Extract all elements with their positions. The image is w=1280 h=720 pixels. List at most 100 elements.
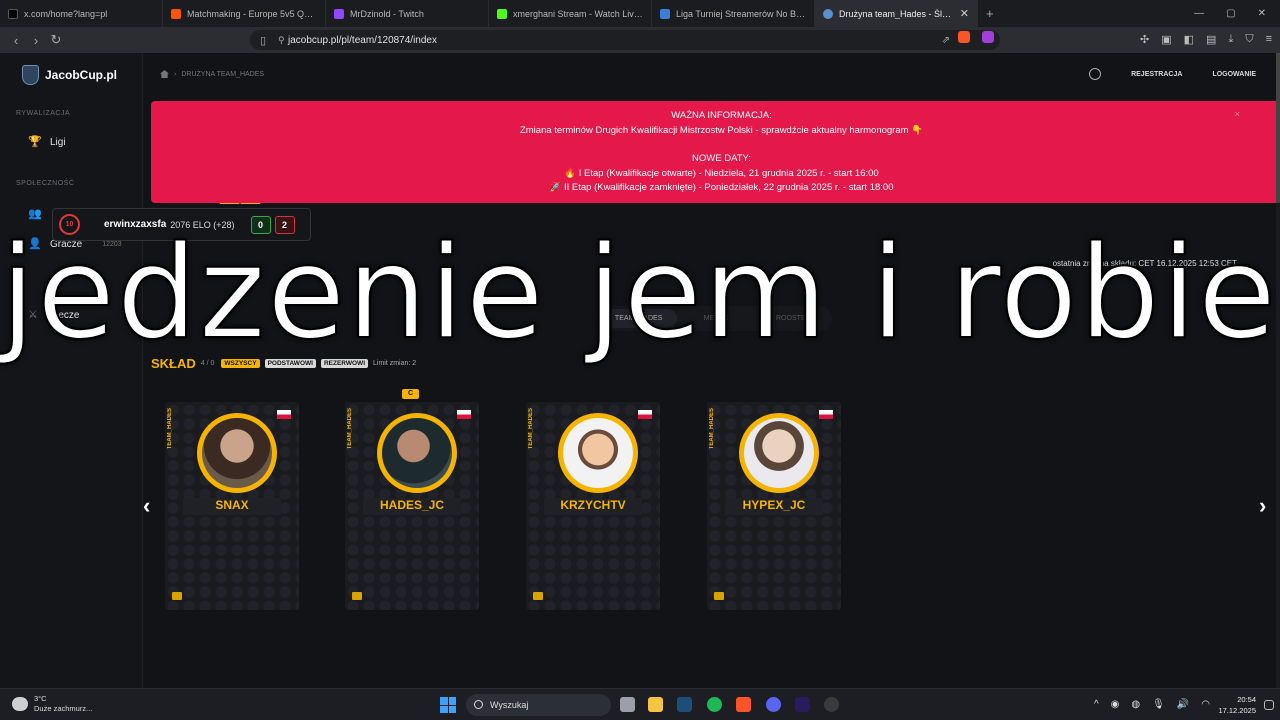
- tray-chevron-icon[interactable]: ^: [1094, 699, 1099, 710]
- site-logo[interactable]: JacobCup.pl: [22, 65, 117, 85]
- card-team-name: TEAM_HADES: [347, 408, 353, 450]
- chat-icon[interactable]: [533, 592, 543, 600]
- site-icon: [660, 8, 670, 19]
- login-link[interactable]: LOGOWANIE: [1212, 71, 1256, 78]
- sidebar-toggle-icon[interactable]: ◧: [1184, 33, 1194, 46]
- avatar: [382, 418, 452, 488]
- wifi-icon[interactable]: ◠: [1201, 699, 1210, 710]
- player-card[interactable]: TEAM_HADES KRZYCHTV: [526, 402, 660, 610]
- logo-text: JacobCup.pl: [45, 68, 118, 82]
- language-globe-icon[interactable]: [1089, 68, 1102, 80]
- microphone-icon[interactable]: 🎙: [1152, 699, 1165, 710]
- browser-tab-active[interactable]: Drużyna team_Hades - Śledź roz ✕: [815, 0, 978, 27]
- carousel-prev-icon[interactable]: ‹: [143, 493, 150, 519]
- avatar-ring: [739, 413, 819, 493]
- tabs-icon[interactable]: ▤: [1206, 33, 1216, 46]
- chat-icon[interactable]: [714, 592, 724, 600]
- tab-label: Matchmaking - Europe 5v5 Queue -: [187, 8, 317, 19]
- tab-label: xmerghani Stream - Watch Live o: [513, 8, 643, 19]
- file-explorer-icon[interactable]: [648, 697, 663, 712]
- taskbar-clock[interactable]: 20:54 17.12.2025: [1218, 694, 1256, 716]
- sidebar-item-leagues[interactable]: 🏆 Ligi: [28, 136, 66, 148]
- bookmark-icon[interactable]: ▯: [260, 34, 266, 47]
- steam-icon[interactable]: [677, 697, 692, 712]
- close-tab-icon[interactable]: ✕: [960, 7, 969, 20]
- avatar: [202, 418, 272, 488]
- windows-taskbar: 3°C Duże zachmurz... Wyszukaj ^ ◉ ◍ 🎙 🔊 …: [0, 688, 1280, 720]
- reload-icon[interactable]: ↻: [46, 32, 66, 48]
- player-card[interactable]: TEAM_HADES HADES_JC: [345, 402, 479, 610]
- spotify-icon[interactable]: [707, 697, 722, 712]
- site-info-icon[interactable]: ⚲: [278, 35, 285, 46]
- window-controls: — ▢ ✕: [1194, 8, 1280, 19]
- chat-icon[interactable]: [172, 592, 182, 600]
- tab-label: x.com/home?lang=pl: [24, 8, 108, 19]
- close-window-icon[interactable]: ✕: [1258, 8, 1266, 19]
- brave-icon[interactable]: [736, 697, 751, 712]
- poland-flag-icon: [638, 410, 652, 419]
- premiere-icon[interactable]: [795, 697, 810, 712]
- tray-app-icon[interactable]: ◍: [1131, 699, 1140, 710]
- downloads-icon[interactable]: ⤓: [1228, 33, 1233, 46]
- x-icon: [8, 8, 18, 19]
- wallet-icon[interactable]: ▣: [1161, 33, 1171, 46]
- browser-tab[interactable]: MrDzinold - Twitch: [326, 0, 489, 27]
- player-nick: SNAX: [215, 498, 249, 512]
- extensions-icon[interactable]: ✣: [1140, 33, 1149, 46]
- banner-date-2: 🚀 II Etap (Kwalifikacje zamknięte) - Pon…: [549, 182, 894, 193]
- obs-icon[interactable]: [824, 697, 839, 712]
- task-view-icon[interactable]: [620, 697, 635, 712]
- maximize-icon[interactable]: ▢: [1226, 8, 1235, 19]
- browser-tab[interactable]: x.com/home?lang=pl: [0, 0, 163, 27]
- new-tab-button[interactable]: +: [986, 6, 994, 21]
- search-icon: [474, 700, 483, 709]
- menu-icon[interactable]: ≡: [1266, 33, 1272, 46]
- browser-extensions: ✣ ▣ ◧ ▤ ⤓ ⛉ ≡: [1140, 33, 1272, 46]
- back-icon[interactable]: ‹: [6, 33, 26, 48]
- trophy-icon: 🏆: [28, 136, 42, 148]
- browser-toolbar: ‹ › ↻ ▯ ⚲ jacobcup.pl/pl/team/120874/ind…: [0, 27, 1280, 53]
- scrollbar-thumb[interactable]: [1276, 53, 1280, 203]
- address-bar[interactable]: ▯ ⚲ jacobcup.pl/pl/team/120874/index ⇗: [250, 30, 1000, 50]
- weather-widget[interactable]: 3°C Duże zachmurz...: [12, 694, 92, 714]
- captain-badge: C: [402, 389, 419, 399]
- url-text: jacobcup.pl/pl/team/120874/index: [288, 34, 437, 46]
- register-link[interactable]: REJESTRACJA: [1131, 71, 1182, 78]
- avatar-ring: [377, 413, 457, 493]
- tab-label: Liga Turniej Streamerów No Build D: [676, 8, 806, 19]
- clock-time: 20:54: [1237, 695, 1256, 704]
- clock-date: 17.12.2025: [1218, 706, 1256, 715]
- taskbar-search[interactable]: Wyszukaj: [466, 694, 611, 716]
- volume-icon[interactable]: 🔊: [1177, 699, 1189, 710]
- carousel-next-icon[interactable]: ›: [1259, 493, 1266, 519]
- close-banner-button[interactable]: ×: [1235, 107, 1240, 122]
- player-nick: HYPEX_JC: [742, 498, 806, 512]
- minimize-icon[interactable]: —: [1194, 8, 1204, 19]
- brave-shields-icon[interactable]: [958, 31, 970, 43]
- forward-icon[interactable]: ›: [26, 33, 46, 48]
- notification-icon[interactable]: [1264, 700, 1274, 710]
- sidebar-item-label: Ligi: [50, 136, 66, 148]
- weather-desc: Duże zachmurz...: [34, 704, 93, 713]
- important-info-banner: × WAŻNA INFORMACJA: Zmiana terminów Drug…: [151, 101, 1280, 203]
- player-card[interactable]: TEAM_HADES HYPEX_JC: [707, 402, 841, 610]
- player-card[interactable]: TEAM_HADES SNAX: [165, 402, 299, 610]
- chat-icon[interactable]: [352, 592, 362, 600]
- faceit-icon: [171, 8, 181, 19]
- avatar-ring: [197, 413, 277, 493]
- stream-caption-overlay: jedzenie jem i robie: [0, 218, 1278, 369]
- browser-tab[interactable]: xmerghani Stream - Watch Live o: [489, 0, 652, 27]
- discord-icon[interactable]: [766, 697, 781, 712]
- browser-tab[interactable]: Matchmaking - Europe 5v5 Queue -: [163, 0, 326, 27]
- vpn-icon[interactable]: ⛉: [1245, 33, 1253, 46]
- share-icon[interactable]: ⇗: [942, 35, 950, 46]
- card-team-name: TEAM_HADES: [709, 408, 715, 450]
- home-icon[interactable]: [160, 70, 169, 78]
- section-label: SPOŁECZNOŚĆ: [16, 180, 75, 187]
- twitch-icon: [334, 8, 344, 19]
- tray-app-icon[interactable]: ◉: [1111, 699, 1120, 710]
- browser-tab[interactable]: Liga Turniej Streamerów No Build D: [652, 0, 815, 27]
- brave-rewards-icon[interactable]: [982, 31, 994, 43]
- windows-start-icon[interactable]: [440, 697, 456, 713]
- search-placeholder: Wyszukaj: [490, 700, 529, 710]
